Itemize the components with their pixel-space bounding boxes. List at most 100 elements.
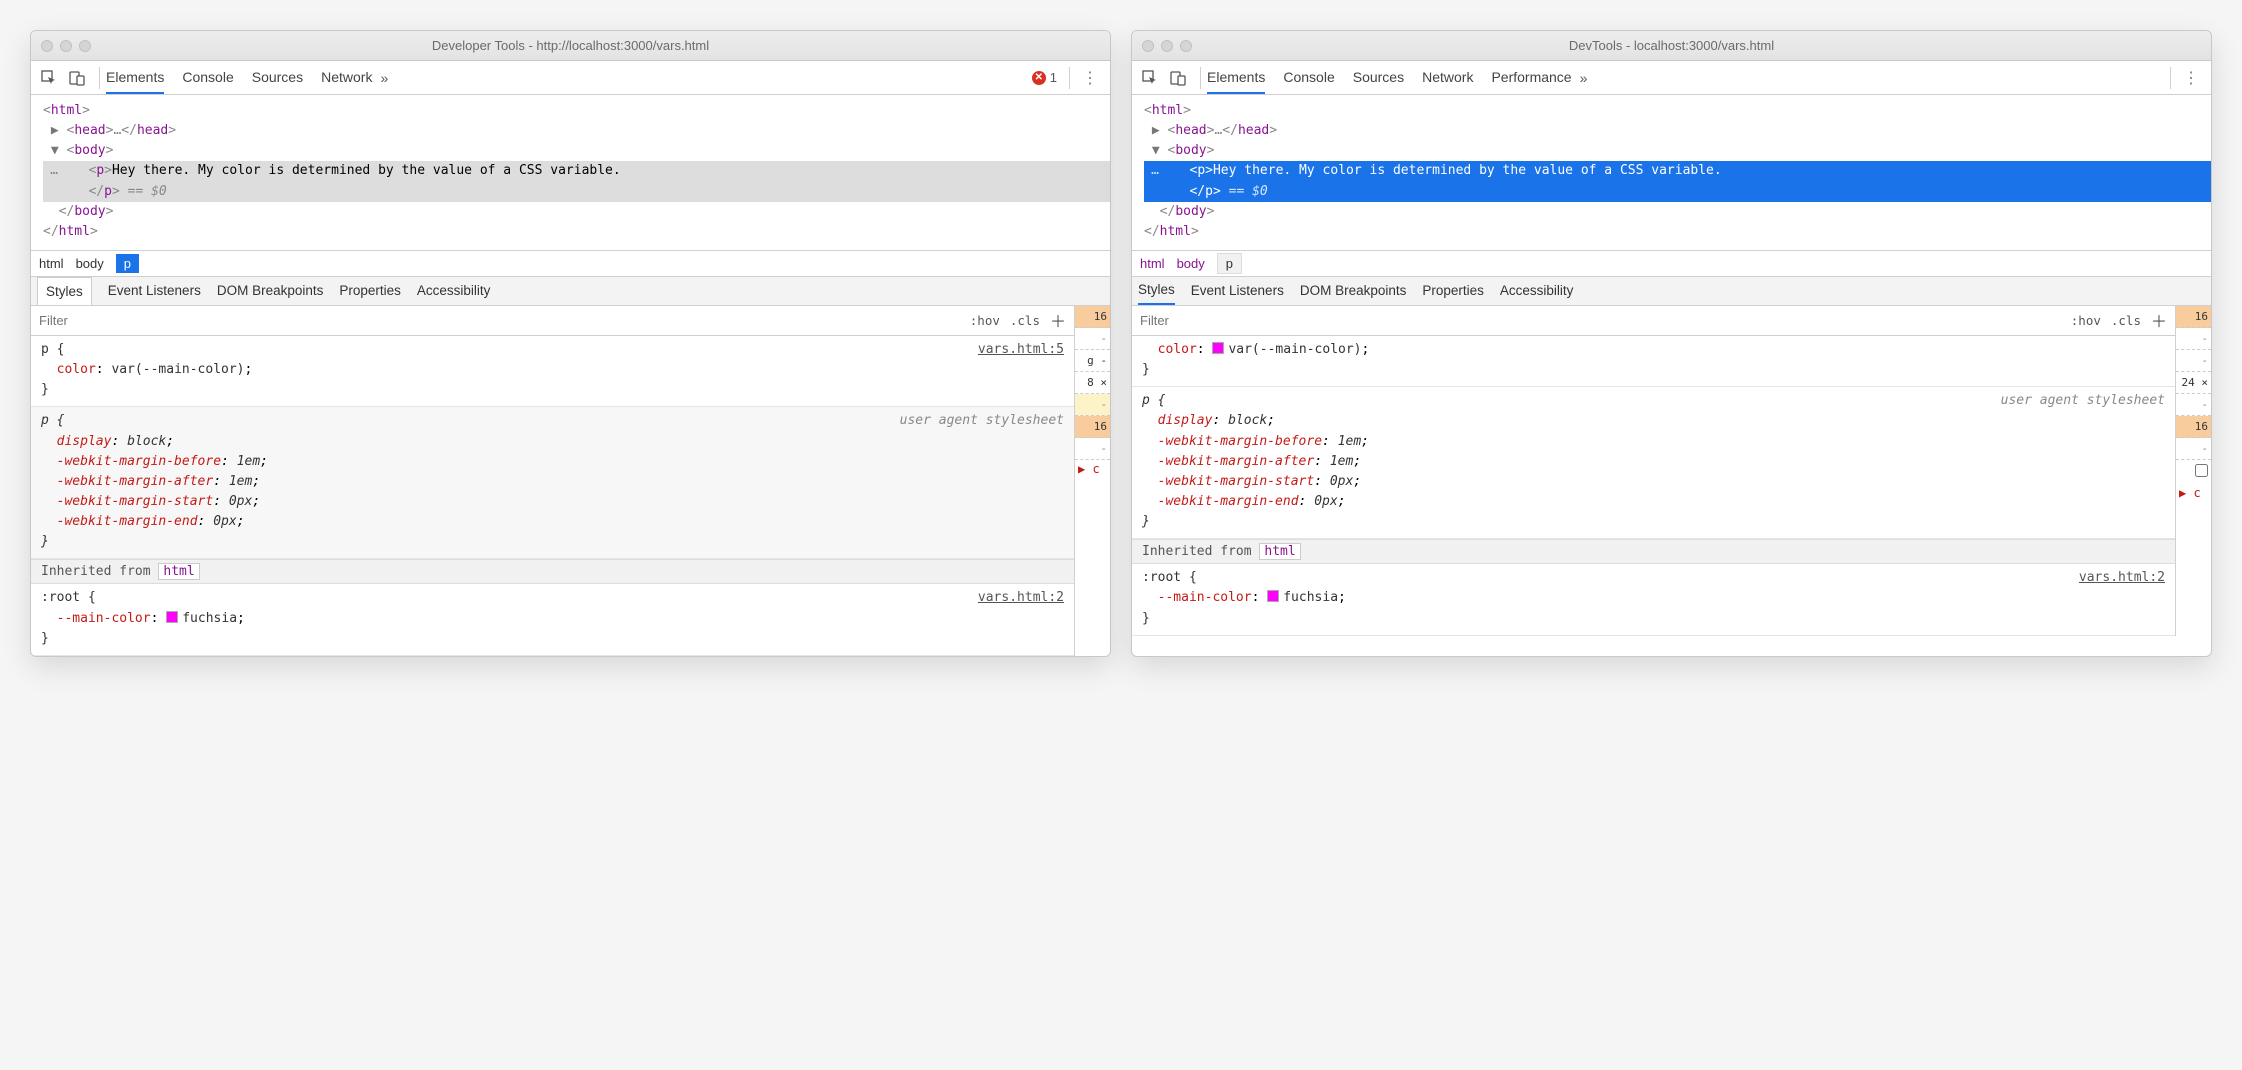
gutter-ellipsis: … <box>43 161 65 181</box>
tab-sources[interactable]: Sources <box>252 61 303 94</box>
rule-source-label: user agent stylesheet <box>2001 391 2165 411</box>
inherited-tag[interactable]: html <box>1259 543 1300 560</box>
tab-console[interactable]: Console <box>1283 61 1334 94</box>
style-rule-ua: user agent stylesheet p { display: block… <box>1132 387 2175 539</box>
style-rule[interactable]: vars.html:2 :root { --main-color: fuchsi… <box>1132 564 2175 635</box>
selected-node[interactable]: … <p>Hey there. My color is determined b… <box>1144 161 2211 201</box>
rule-source-link[interactable]: vars.html:2 <box>2079 568 2165 588</box>
main-toolbar: Elements Console Sources Network » ✕ 1 ⋮ <box>31 61 1110 95</box>
subtab-properties[interactable]: Properties <box>339 277 401 305</box>
main-tabs: Elements Console Sources Network Perform… <box>1207 61 1572 94</box>
devtools-window-right: DevTools - localhost:3000/vars.html Elem… <box>1131 30 2212 657</box>
tab-elements[interactable]: Elements <box>1207 61 1265 94</box>
styles-subtabs: Styles Event Listeners DOM Breakpoints P… <box>1132 276 2211 306</box>
eq0-marker: == $0 <box>120 184 167 199</box>
overflow-indicator-icon: ▶ c <box>1075 460 1110 478</box>
inspect-icon[interactable] <box>37 66 61 90</box>
device-toggle-icon[interactable] <box>1166 66 1190 90</box>
breadcrumb: html body p <box>1132 250 2211 276</box>
dom-tree[interactable]: <html> ▶ <head>…</head> ▼ <body> … <p>He… <box>31 95 1110 250</box>
window-title: DevTools - localhost:3000/vars.html <box>1132 38 2211 53</box>
inherited-tag[interactable]: html <box>158 563 199 580</box>
main-tabs: Elements Console Sources Network <box>106 61 372 94</box>
style-rule-ua: user agent stylesheet p { display: block… <box>31 407 1074 559</box>
tab-elements[interactable]: Elements <box>106 61 164 94</box>
window-title: Developer Tools - http://localhost:3000/… <box>31 38 1110 53</box>
color-swatch-icon[interactable] <box>166 611 178 623</box>
subtab-styles[interactable]: Styles <box>1138 277 1175 305</box>
inherited-header: Inherited from html <box>31 559 1074 584</box>
inspect-icon[interactable] <box>1138 66 1162 90</box>
cls-toggle[interactable]: .cls <box>1010 313 1040 328</box>
crumb-html[interactable]: html <box>39 256 64 271</box>
error-count: 1 <box>1050 70 1057 85</box>
subtab-accessibility[interactable]: Accessibility <box>417 277 491 305</box>
rule-source-link[interactable]: vars.html:2 <box>978 588 1064 608</box>
styles-pane: :hov .cls ＋ vars.html:5 p { color: var(-… <box>31 306 1074 656</box>
filter-bar: :hov .cls ＋ <box>1132 306 2175 336</box>
tab-console[interactable]: Console <box>182 61 233 94</box>
breadcrumb: html body p <box>31 250 1110 276</box>
tab-performance[interactable]: Performance <box>1491 61 1571 94</box>
new-style-rule-icon[interactable]: ＋ <box>2151 308 2167 332</box>
divider <box>1200 67 1201 89</box>
hover-toggle[interactable]: :hov <box>2071 313 2101 328</box>
subtab-accessibility[interactable]: Accessibility <box>1500 277 1574 305</box>
subtab-event-listeners[interactable]: Event Listeners <box>108 277 201 305</box>
styles-pane: :hov .cls ＋ color: var(--main-color); } … <box>1132 306 2175 636</box>
error-counter[interactable]: ✕ 1 <box>1032 70 1057 85</box>
prop-value[interactable]: var(--main-color) <box>1228 342 1361 357</box>
titlebar: Developer Tools - http://localhost:3000/… <box>31 31 1110 61</box>
checkbox[interactable] <box>2195 464 2208 477</box>
subtab-dom-breakpoints[interactable]: DOM Breakpoints <box>217 277 324 305</box>
color-swatch-icon[interactable] <box>1267 590 1279 602</box>
more-tabs-icon[interactable]: » <box>380 70 388 86</box>
styles-subtabs: Styles Event Listeners DOM Breakpoints P… <box>31 276 1110 306</box>
tab-network[interactable]: Network <box>321 61 372 94</box>
crumb-body[interactable]: body <box>76 256 104 271</box>
tab-sources[interactable]: Sources <box>1353 61 1404 94</box>
gutter-ellipsis: … <box>1144 161 1166 181</box>
subtab-dom-breakpoints[interactable]: DOM Breakpoints <box>1300 277 1407 305</box>
crumb-body[interactable]: body <box>1177 256 1205 271</box>
style-rule[interactable]: vars.html:5 p { color: var(--main-color)… <box>31 336 1074 407</box>
overflow-indicator-icon: ▶ c <box>2176 484 2211 502</box>
settings-menu-icon[interactable]: ⋮ <box>2177 68 2205 88</box>
subtab-styles[interactable]: Styles <box>37 277 92 305</box>
prop-value[interactable]: var(--main-color) <box>111 362 244 377</box>
new-style-rule-icon[interactable]: ＋ <box>1050 308 1066 332</box>
tab-network[interactable]: Network <box>1422 61 1473 94</box>
selected-node[interactable]: … <p>Hey there. My color is determined b… <box>43 161 1110 201</box>
crumb-p[interactable]: p <box>116 254 139 273</box>
main-toolbar: Elements Console Sources Network Perform… <box>1132 61 2211 95</box>
settings-menu-icon[interactable]: ⋮ <box>1076 68 1104 88</box>
divider <box>99 67 100 89</box>
node-text: Hey there. My color is determined by the… <box>112 163 621 178</box>
subtab-event-listeners[interactable]: Event Listeners <box>1191 277 1284 305</box>
subtab-properties[interactable]: Properties <box>1422 277 1484 305</box>
device-toggle-icon[interactable] <box>65 66 89 90</box>
filter-input[interactable] <box>1140 313 2061 328</box>
style-rule[interactable]: vars.html:2 :root { --main-color: fuchsi… <box>31 584 1074 655</box>
prop-name[interactable]: color <box>57 362 96 377</box>
divider <box>1069 67 1070 89</box>
crumb-p[interactable]: p <box>1217 253 1242 274</box>
prop-name[interactable]: color <box>1158 342 1197 357</box>
filter-bar: :hov .cls ＋ <box>31 306 1074 336</box>
style-rule[interactable]: color: var(--main-color); } <box>1132 336 2175 387</box>
cls-toggle[interactable]: .cls <box>2111 313 2141 328</box>
color-swatch-icon[interactable] <box>1212 342 1224 354</box>
filter-input[interactable] <box>39 313 960 328</box>
metrics-strip: 16 - g - 8 × - 16 - ▶ c <box>1074 306 1110 656</box>
selector: p { <box>41 340 1064 360</box>
node-text: Hey there. My color is determined by the… <box>1213 163 1722 178</box>
crumb-html[interactable]: html <box>1140 256 1165 271</box>
dom-tree[interactable]: <html> ▶ <head>…</head> ▼ <body> … <p>He… <box>1132 95 2211 250</box>
hover-toggle[interactable]: :hov <box>970 313 1000 328</box>
rule-source-link[interactable]: vars.html:5 <box>978 340 1064 360</box>
more-tabs-icon[interactable]: » <box>1580 70 1588 86</box>
error-icon: ✕ <box>1032 71 1046 85</box>
eq0-marker: == $0 <box>1221 184 1268 199</box>
titlebar: DevTools - localhost:3000/vars.html <box>1132 31 2211 61</box>
rule-source-label: user agent stylesheet <box>900 411 1064 431</box>
